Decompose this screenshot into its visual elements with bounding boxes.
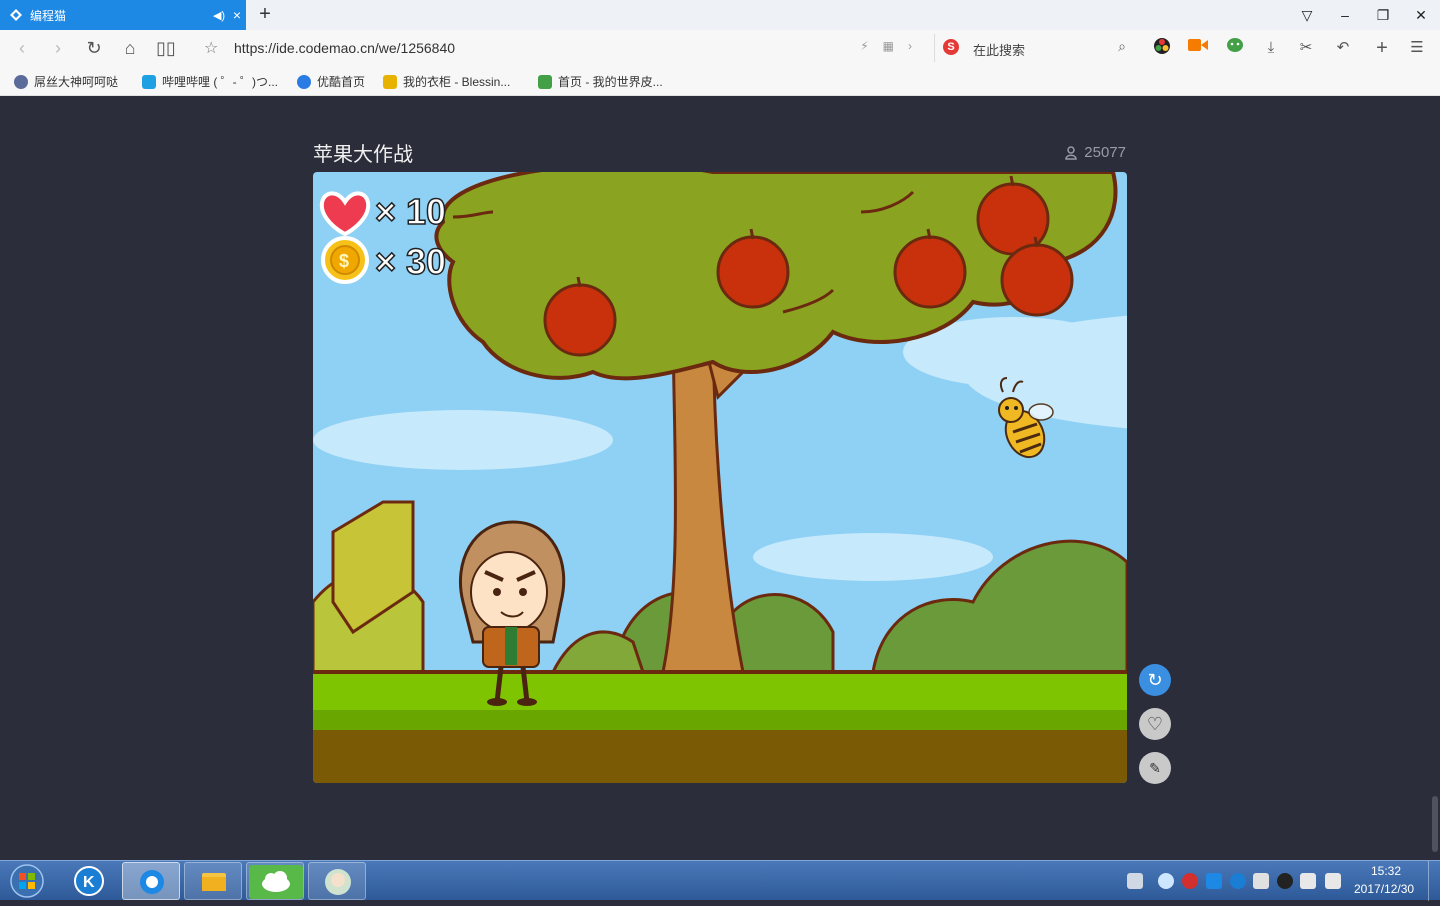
page-content: 苹果大作战 25077 × 10 $ × 30 ↻ ♡ ✎ (0, 96, 1440, 860)
sogou-search-icon[interactable]: S (943, 39, 959, 55)
record-tray-icon[interactable] (1182, 873, 1198, 889)
tab-title: 编程猫 (30, 8, 67, 23)
project-title: 苹果大作战 (313, 144, 413, 166)
bookmark-label[interactable]: 首页 - 我的世界皮... (558, 73, 663, 90)
video-extension-icon[interactable] (1187, 37, 1209, 59)
cloud (313, 410, 613, 470)
wardrobe-icon (383, 74, 397, 89)
bookmark-item[interactable]: 优酷首页 (297, 73, 365, 90)
dirt (313, 730, 1127, 783)
coins-count: × 30 (375, 241, 446, 282)
bookmark-star-icon[interactable]: ☆ (204, 38, 218, 58)
anime-app-taskbar-icon[interactable] (308, 862, 366, 900)
url-tools-icon[interactable]: ⚡▦› (860, 39, 926, 53)
skin-icon[interactable]: ▽ (1288, 0, 1326, 30)
add-icon[interactable]: + (1371, 37, 1393, 59)
edit-button[interactable]: ✎ (1139, 752, 1171, 784)
restart-button[interactable]: ↻ (1139, 664, 1171, 696)
youku-icon (297, 74, 311, 89)
address-toolbar: ‹ › ↻ ⌂ ▯▯ ☆ https://ide.codemao.cn/we/1… (0, 30, 1440, 66)
person-icon (1065, 145, 1078, 160)
browser-taskbar-icon[interactable] (122, 862, 180, 900)
speaker-icon[interactable]: ◀) (210, 9, 228, 22)
bookmark-item[interactable]: 首页 - 我的世界皮... (538, 73, 663, 90)
coin-symbol: $ (339, 251, 349, 271)
hud-lives: × 10 (319, 190, 447, 237)
bookmark-item[interactable]: 屌丝大神呵呵哒 (14, 73, 118, 90)
windows-taskbar: K 15:32 2017/12/30 (0, 860, 1440, 901)
close-window-button[interactable]: ✕ (1402, 0, 1440, 30)
bookmarks-bar: 屌丝大神呵呵哒 哔哩哔哩 ( ゜- ゜)つ... 优酷首页 我的衣柜 - Ble… (0, 66, 1440, 96)
windows-logo-icon (10, 864, 44, 898)
reload-icon[interactable]: ↻ (82, 36, 106, 60)
volume-icon[interactable] (1300, 873, 1316, 889)
cloud-tray-icon[interactable] (1158, 873, 1174, 889)
bookmark-favicon-icon (14, 74, 28, 89)
network-icon[interactable] (1325, 873, 1341, 889)
grass-dark (313, 710, 1127, 730)
bookmark-item[interactable]: 我的衣柜 - Blessin... (383, 73, 510, 90)
bookmark-item[interactable]: 哔哩哔哩 ( ゜- ゜)つ... (142, 73, 278, 90)
lives-count: × 10 (375, 191, 446, 232)
clock-time[interactable]: 15:32 (1371, 864, 1401, 878)
search-input[interactable]: 在此搜索 (973, 40, 1025, 59)
cloud (753, 533, 993, 581)
shield-icon[interactable] (1206, 873, 1222, 889)
wechat-extension-icon[interactable] (1224, 37, 1246, 59)
svg-text:K: K (83, 874, 95, 891)
hud-coins: $ × 30 (321, 236, 447, 284)
minimize-button[interactable]: – (1326, 0, 1364, 30)
bookmark-label[interactable]: 优酷首页 (317, 73, 365, 90)
bookmark-label[interactable]: 哔哩哔哩 ( ゜- ゜)つ... (162, 73, 278, 90)
keyboard-icon[interactable] (1127, 873, 1143, 889)
search-icon[interactable]: ⌕ (1118, 38, 1126, 55)
new-tab-button[interactable]: + (254, 3, 276, 25)
color-wheel-extension-icon[interactable] (1151, 37, 1173, 59)
bookmark-label[interactable]: 我的衣柜 - Blessin... (403, 73, 510, 90)
forward-button[interactable]: › (46, 36, 70, 60)
download-icon[interactable]: ⤓ (1260, 37, 1282, 59)
grass (313, 672, 1127, 712)
qq-icon[interactable] (1277, 873, 1293, 889)
bookmark-label[interactable]: 屌丝大神呵呵哒 (34, 73, 118, 90)
reading-mode-icon[interactable]: ▯▯ (154, 36, 178, 60)
view-count: 25077 (1065, 144, 1126, 161)
scrollbar[interactable] (1432, 796, 1438, 852)
game-stage[interactable]: × 10 $ × 30 (313, 172, 1127, 783)
restore-button[interactable]: ❐ (1364, 0, 1402, 30)
show-desktop-button[interactable] (1428, 861, 1440, 901)
url-bar[interactable]: ☆ https://ide.codemao.cn/we/1256840 ⚡▦› (196, 34, 926, 62)
mute-tray-icon[interactable] (1253, 873, 1269, 889)
search-box[interactable]: S 在此搜索 ⌕ (934, 34, 1134, 62)
game-scene[interactable]: × 10 $ × 30 (313, 172, 1127, 783)
k-tray-icon[interactable] (1230, 873, 1246, 889)
home-icon[interactable]: ⌂ (118, 36, 142, 60)
like-button[interactable]: ♡ (1139, 708, 1171, 740)
scissors-icon[interactable]: ✂ (1295, 37, 1317, 59)
bilibili-icon (142, 74, 156, 89)
url-text[interactable]: https://ide.codemao.cn/we/1256840 (234, 40, 455, 56)
heart-icon (319, 191, 371, 237)
minecraft-skin-icon (538, 74, 552, 89)
file-explorer-taskbar-icon[interactable] (184, 862, 242, 900)
undo-icon[interactable]: ↶ (1332, 37, 1354, 59)
codemao-logo-icon (10, 9, 22, 21)
k-app-taskbar-icon[interactable]: K (60, 862, 118, 900)
view-count-value: 25077 (1084, 144, 1126, 161)
browser-tab-active[interactable]: 编程猫 ◀) × (0, 0, 246, 30)
close-tab-icon[interactable]: × (228, 7, 246, 23)
tab-bar: 编程猫 ◀) × + ▽ – ❐ ✕ (0, 0, 1440, 30)
menu-icon[interactable]: ☰ (1406, 37, 1428, 59)
cloud-app-taskbar-icon[interactable] (246, 862, 304, 900)
back-button[interactable]: ‹ (10, 36, 34, 60)
start-button[interactable] (4, 862, 50, 900)
clock-date[interactable]: 2017/12/30 (1354, 882, 1414, 896)
